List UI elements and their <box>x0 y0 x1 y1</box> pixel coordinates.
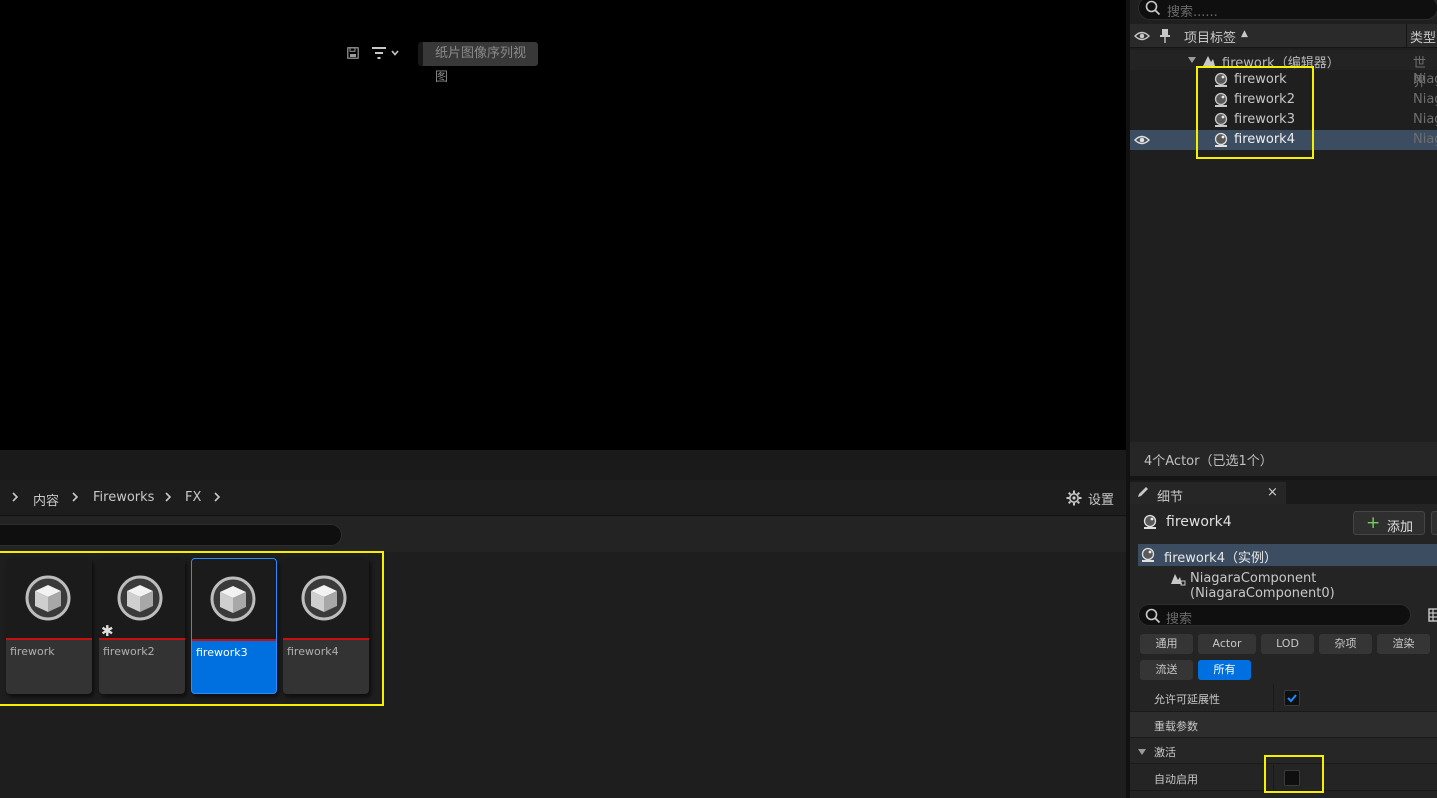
asset-search-input[interactable] <box>0 524 342 546</box>
actor-type: Niag <box>1413 112 1437 127</box>
filter-chip-misc[interactable]: 杂项 <box>1319 634 1372 654</box>
details-search-placeholder: 搜索 <box>1166 612 1193 627</box>
component-row-instance[interactable]: firework4（实例） <box>1138 544 1437 566</box>
category-label: 激活 <box>1154 746 1176 759</box>
level-viewport[interactable] <box>0 0 1126 450</box>
property-label: 允许可延展性 <box>1154 693 1220 706</box>
property-row-allow-scalability: 允许可延展性 <box>1130 684 1437 712</box>
pencil-icon <box>1138 487 1148 497</box>
component-label: firework4（实例） <box>1164 551 1277 566</box>
component-row-niagara[interactable]: NiagaraComponent (NiagaraComponent0) <box>1138 568 1437 601</box>
path-bar: 内容 Fireworks FX 设置 <box>0 480 1126 516</box>
plus-icon: + <box>1366 513 1381 533</box>
filter-chip-all[interactable]: 所有 <box>1198 660 1251 680</box>
checkbox-highlight-box <box>1264 755 1324 793</box>
table-view-icon[interactable] <box>1428 608 1437 622</box>
search-icon <box>1145 608 1161 624</box>
add-component-button[interactable]: + 添加 <box>1353 511 1425 535</box>
sort-ascending-icon: ▲ <box>1241 29 1248 39</box>
property-row-override-parameters[interactable]: 重载参数 <box>1130 712 1437 738</box>
expand-arrow-icon[interactable] <box>1187 56 1197 64</box>
add-label: 添加 <box>1387 520 1414 535</box>
outliner-search-input[interactable]: 搜索...... <box>1138 0 1437 20</box>
outliner-search-placeholder: 搜索...... <box>1167 5 1218 20</box>
assets-highlight-box <box>0 551 384 706</box>
checkmark-icon <box>1287 694 1297 703</box>
chevron-right-icon[interactable] <box>212 489 222 505</box>
panel-splitter[interactable] <box>0 450 1126 480</box>
niagara-actor-icon <box>1143 514 1157 529</box>
filter-chip-actor[interactable]: Actor <box>1198 634 1256 654</box>
content-toolbar <box>0 516 1126 552</box>
chevron-down-icon <box>391 50 399 56</box>
eye-icon[interactable] <box>1134 29 1150 43</box>
settings-button[interactable]: 设置 <box>1066 488 1114 508</box>
niagara-actor-icon <box>1141 547 1155 562</box>
close-icon[interactable]: × <box>1267 485 1278 500</box>
outliner-header: 项目标签 ▲ 类型 <box>1130 24 1437 48</box>
sprite-sequence-view-button[interactable]: 纸片图像序列视图 <box>418 42 538 85</box>
tab-details[interactable]: 细节 × <box>1130 480 1286 505</box>
breadcrumb-content[interactable]: 内容 <box>33 490 59 509</box>
property-label: 自动启用 <box>1154 773 1198 786</box>
component-label: NiagaraComponent (NiagaraComponent0) <box>1190 571 1335 601</box>
column-type[interactable]: 类型 <box>1410 27 1436 46</box>
filter-icon <box>372 47 386 59</box>
filter-dropdown[interactable] <box>371 46 400 60</box>
outliner-status-bar: 4个Actor（已选1个） <box>1130 442 1437 476</box>
tab-title: 细节 <box>1157 490 1184 505</box>
blueprint-button[interactable] <box>1431 511 1437 535</box>
filter-chip-streaming[interactable]: 流送 <box>1140 660 1193 680</box>
actor-name: firework4 <box>1166 514 1232 530</box>
outliner-highlight-box <box>1196 66 1314 159</box>
allow-scalability-checkbox[interactable] <box>1284 690 1300 706</box>
filter-chip-rendering[interactable]: 渲染 <box>1377 634 1430 654</box>
breadcrumb-fx[interactable]: FX <box>185 490 201 505</box>
column-item-label[interactable]: 项目标签 <box>1184 27 1236 46</box>
save-search-icon[interactable] <box>347 47 359 59</box>
actor-type: Niag <box>1413 92 1437 107</box>
world-icon <box>1203 56 1215 66</box>
breadcrumb-fireworks[interactable]: Fireworks <box>93 490 154 505</box>
pin-icon[interactable] <box>1159 28 1171 44</box>
chevron-right-icon[interactable] <box>163 489 173 505</box>
actor-type: Niag <box>1413 72 1437 87</box>
chevron-right-icon[interactable] <box>10 489 20 505</box>
gear-icon <box>1066 490 1082 506</box>
property-label: 重载参数 <box>1154 720 1198 733</box>
filter-chip-general[interactable]: 通用 <box>1140 634 1193 654</box>
search-icon <box>1145 0 1161 16</box>
niagara-component-icon <box>1171 574 1186 586</box>
details-body: firework4 + 添加 firework4（实例） NiagaraComp… <box>1130 504 1437 798</box>
chevron-right-icon[interactable] <box>70 489 80 505</box>
filter-chip-lod[interactable]: LOD <box>1261 634 1314 654</box>
actor-count: 4个Actor（已选1个） <box>1144 454 1273 469</box>
actor-type: Niag <box>1413 132 1437 147</box>
expand-arrow-icon <box>1138 749 1146 755</box>
eye-icon[interactable] <box>1134 133 1150 147</box>
settings-label: 设置 <box>1087 492 1114 508</box>
details-search-input[interactable]: 搜索 <box>1138 604 1411 627</box>
details-panel: 细节 × firework4 + 添加 firework4（实例） Niagar… <box>1130 480 1437 798</box>
